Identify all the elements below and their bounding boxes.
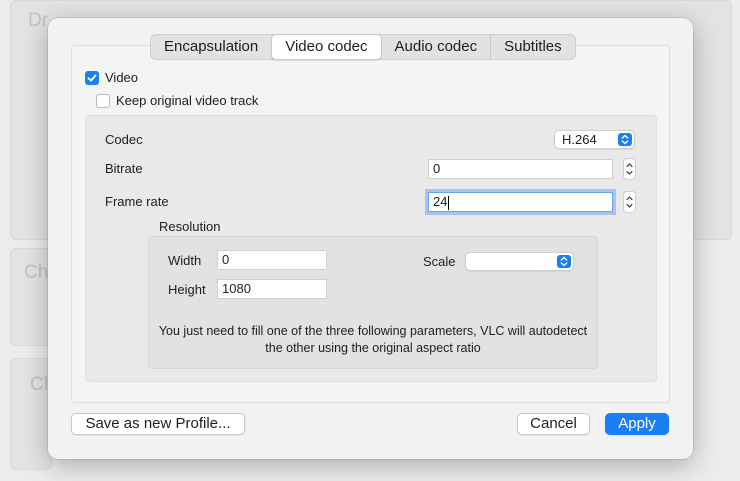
frame-rate-stepper[interactable] (623, 191, 636, 213)
tab-subtitles[interactable]: Subtitles (490, 35, 575, 59)
height-input[interactable]: 1080 (217, 279, 327, 299)
apply-button[interactable]: Apply (605, 413, 669, 435)
video-settings-group: Codec H.264 Bitrate 0 Frame rate 24 Reso… (85, 115, 657, 382)
tab-bar: Encapsulation Video codec Audio codec Su… (150, 34, 576, 60)
checkmark-icon (87, 74, 97, 81)
video-checkbox[interactable] (85, 70, 99, 85)
video-checkbox-row[interactable]: Video (85, 70, 138, 85)
video-checkbox-label: Video (105, 70, 139, 85)
popup-arrows-icon (618, 133, 632, 146)
background-item-text: Ch (24, 262, 48, 283)
stepper-arrows-icon (626, 196, 633, 208)
resolution-title: Resolution (159, 219, 221, 234)
popup-arrows-icon (557, 255, 571, 268)
save-as-new-profile-button[interactable]: Save as new Profile... (71, 413, 245, 435)
keep-original-checkbox-row[interactable]: Keep original video track (96, 93, 258, 108)
codec-label: Codec (105, 132, 143, 147)
resolution-group: Width 0 Height 1080 Scale You just need … (148, 236, 598, 369)
frame-rate-input[interactable]: 24 (428, 192, 613, 212)
video-codec-dialog: Encapsulation Video codec Audio codec Su… (48, 18, 693, 459)
scale-popup[interactable] (465, 252, 574, 271)
resolution-help-text: You just need to fill one of the three f… (158, 324, 588, 355)
bitrate-label: Bitrate (105, 161, 143, 176)
bitrate-stepper[interactable] (623, 158, 636, 180)
tab-encapsulation[interactable]: Encapsulation (151, 35, 271, 59)
keep-original-checkbox[interactable] (96, 93, 110, 108)
frame-rate-value: 24 (433, 194, 448, 209)
background-item-text: Ch (30, 374, 48, 395)
stepper-arrows-icon (626, 163, 633, 175)
frame-rate-label: Frame rate (105, 194, 169, 209)
bitrate-input[interactable]: 0 (428, 159, 613, 179)
width-label: Width (168, 253, 202, 268)
tab-audio-codec[interactable]: Audio codec (382, 35, 491, 59)
text-caret (448, 195, 450, 210)
height-label: Height (168, 282, 206, 297)
scale-label: Scale (423, 254, 456, 269)
cancel-button[interactable]: Cancel (517, 413, 590, 435)
tab-video-codec[interactable]: Video codec (271, 34, 382, 60)
width-input[interactable]: 0 (217, 250, 327, 270)
keep-original-checkbox-label: Keep original video track (116, 93, 259, 108)
codec-popup[interactable]: H.264 (554, 130, 635, 149)
background-header-text: Drop media here (28, 10, 48, 31)
codec-popup-value: H.264 (562, 132, 597, 147)
